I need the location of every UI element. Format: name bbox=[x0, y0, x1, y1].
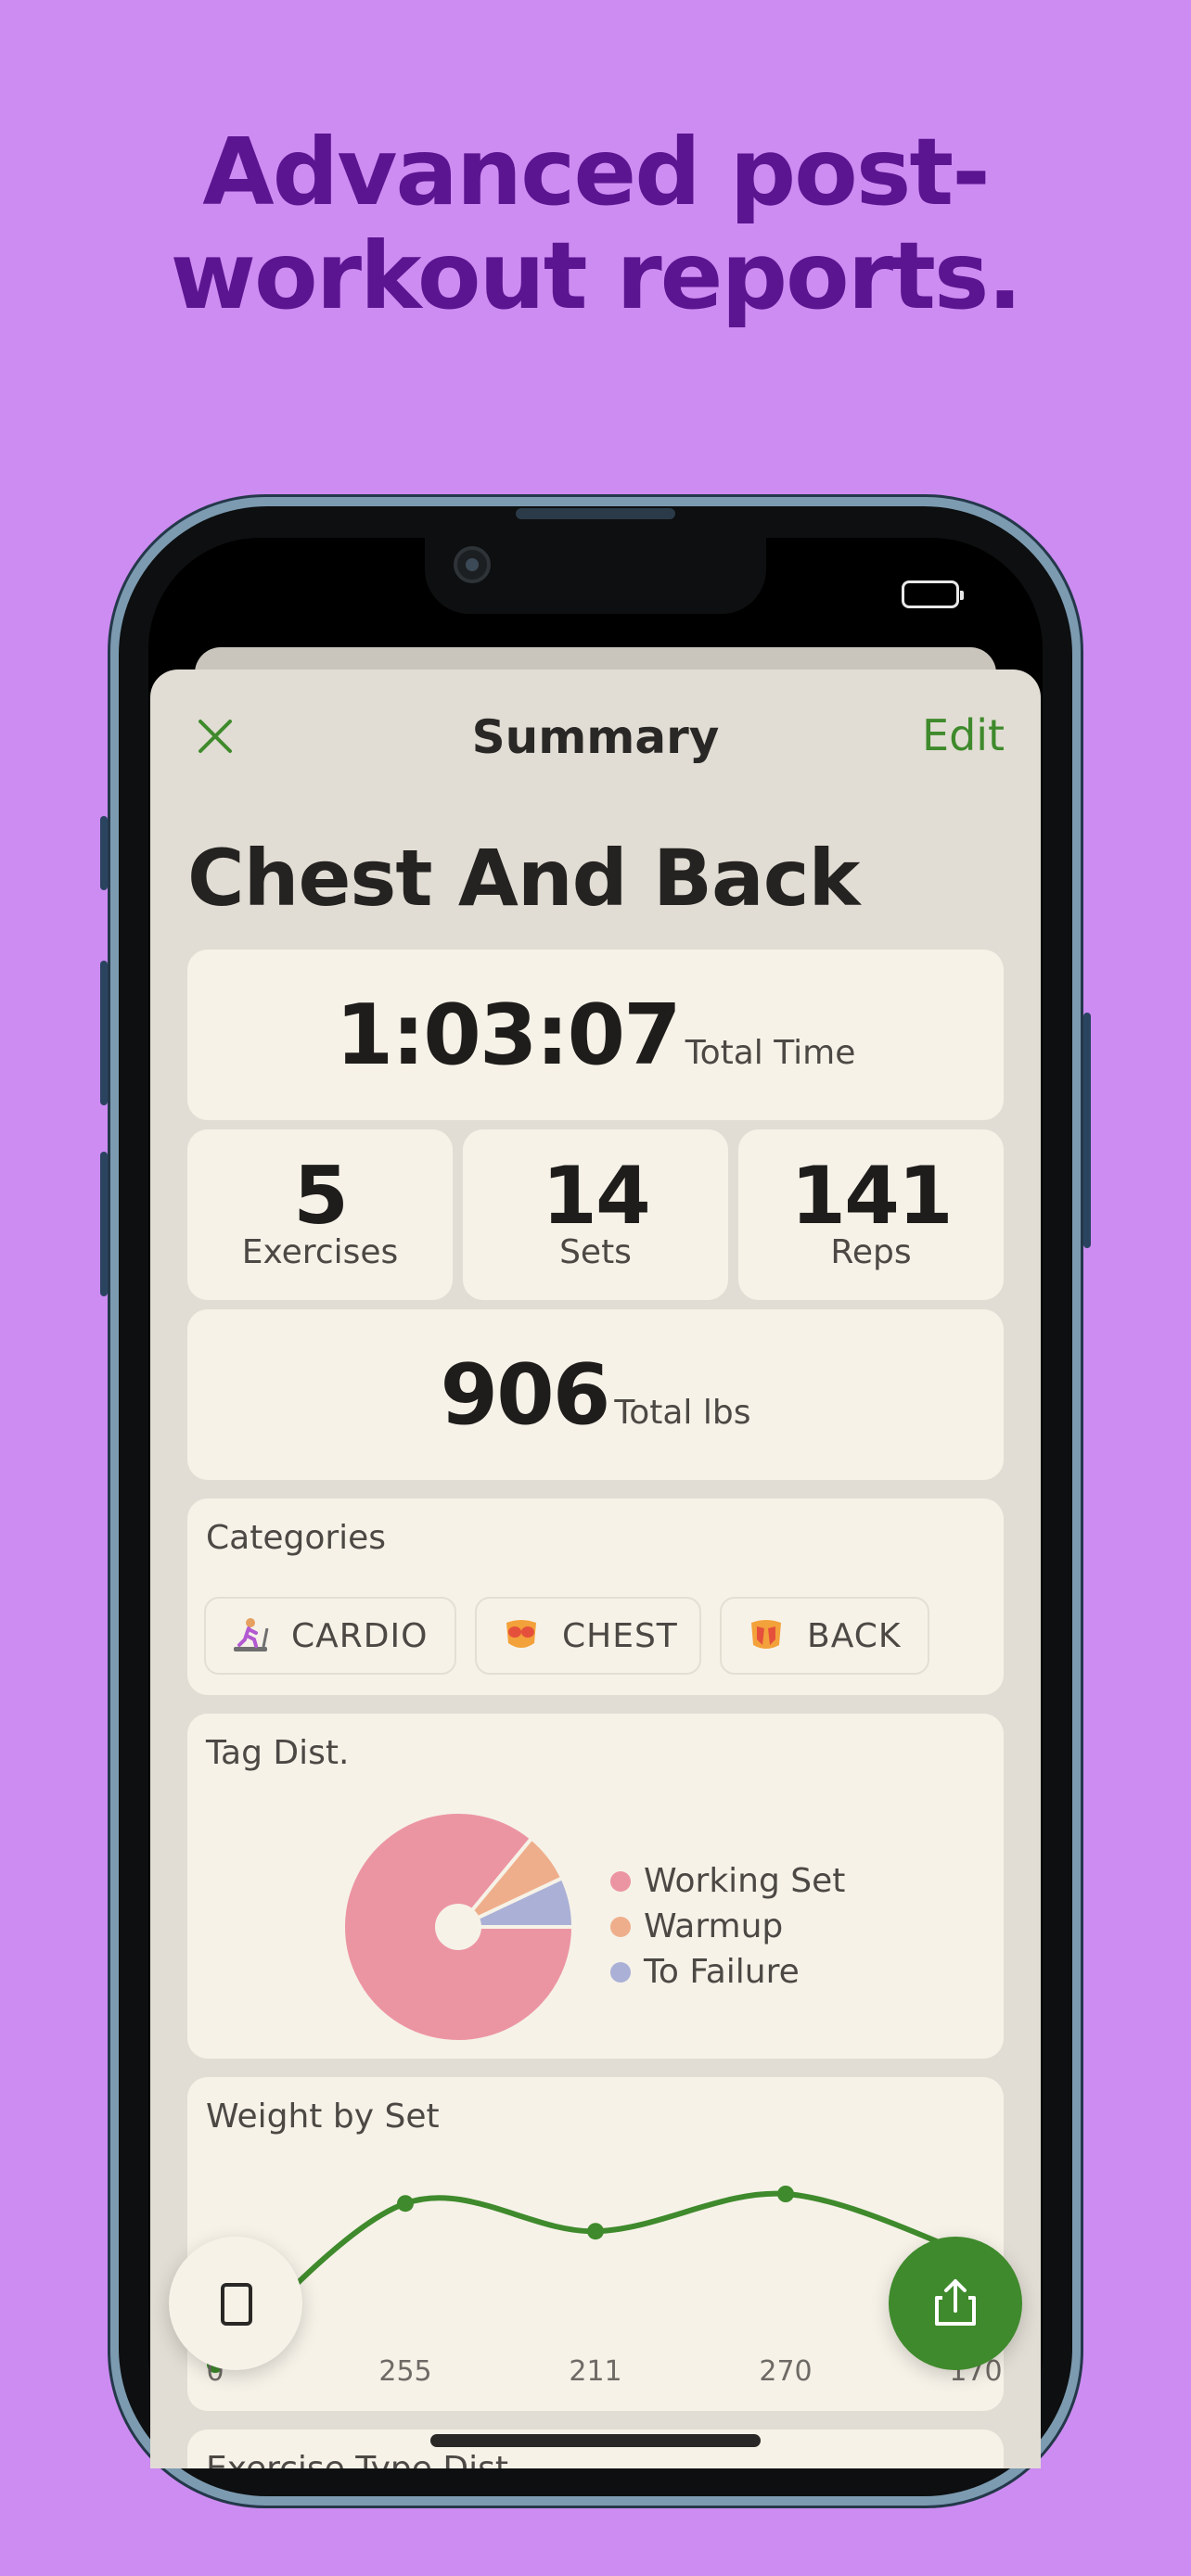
categories-title: Categories bbox=[206, 1519, 387, 1557]
legend-label: Warmup bbox=[644, 1907, 784, 1945]
stat-value: 5 bbox=[293, 1150, 349, 1243]
category-label: BACK bbox=[807, 1616, 902, 1655]
legend-item-warmup: Warmup bbox=[610, 1907, 783, 1945]
categories-card: Categories CARDIO CHEST BACK bbox=[187, 1498, 1004, 1695]
category-label: CHEST bbox=[562, 1616, 678, 1655]
stat-card-sets: 14 Sets bbox=[463, 1129, 728, 1300]
total-weight-label: Total lbs bbox=[614, 1394, 751, 1432]
pie-center-hole bbox=[435, 1904, 481, 1950]
stat-value: 14 bbox=[542, 1150, 651, 1243]
weight-series-line bbox=[212, 2190, 979, 2367]
x-tick-label: 211 bbox=[569, 2355, 622, 2388]
x-tick-label: 255 bbox=[378, 2355, 432, 2388]
weight-point-1 bbox=[397, 2195, 414, 2213]
legend-label: To Failure bbox=[644, 1953, 800, 1991]
speaker-grille bbox=[516, 508, 675, 519]
exercise-type-dist-title: Exercise Type Dist. bbox=[206, 2450, 519, 2468]
category-chip-back[interactable]: BACK bbox=[720, 1597, 929, 1675]
share-icon bbox=[935, 2279, 976, 2326]
total-time-label: Total Time bbox=[685, 1034, 856, 1072]
device-button[interactable] bbox=[169, 2237, 302, 2370]
phone-device-icon bbox=[221, 2283, 252, 2326]
home-indicator bbox=[430, 2434, 761, 2447]
legend-dot bbox=[610, 1870, 631, 1892]
weight-point-3 bbox=[777, 2186, 794, 2202]
stat-label: Exercises bbox=[241, 1233, 399, 1271]
nav-title: Summary bbox=[471, 710, 720, 764]
summary-sheet: Summary Edit Chest And Back 1:03:07 Total… bbox=[150, 670, 1041, 2468]
close-button[interactable] bbox=[193, 714, 237, 759]
legend-dot bbox=[610, 1961, 631, 1983]
front-camera bbox=[454, 546, 491, 583]
weight-by-set-card: Weight by Set 0 255 211 270 170 bbox=[187, 2077, 1004, 2411]
side-button-mute bbox=[100, 816, 108, 890]
stat-card-reps: 141 Reps bbox=[738, 1129, 1004, 1300]
headline: Advanced post- workout reports. bbox=[0, 121, 1191, 328]
headline-line-2: workout reports. bbox=[170, 222, 1023, 330]
total-time-value: 1:03:07 bbox=[335, 987, 682, 1084]
total-time-card: 1:03:07 Total Time bbox=[187, 950, 1004, 1120]
side-button-power bbox=[1083, 1013, 1091, 1248]
stat-card-exercises: 5 Exercises bbox=[187, 1129, 453, 1300]
close-icon bbox=[198, 720, 232, 753]
back-muscle-icon bbox=[751, 1620, 781, 1649]
workout-title: Chest And Back bbox=[187, 833, 860, 924]
category-chip-chest[interactable]: CHEST bbox=[475, 1597, 701, 1675]
legend-item-working-set: Working Set bbox=[610, 1862, 845, 1900]
headline-line-1: Advanced post- bbox=[202, 118, 990, 226]
side-button-volume-down bbox=[100, 1152, 108, 1296]
category-chip-cardio[interactable]: CARDIO bbox=[204, 1597, 456, 1675]
total-weight-value: 906 bbox=[440, 1346, 610, 1444]
legend-item-to-failure: To Failure bbox=[610, 1953, 800, 1991]
tag-dist-card: Tag Dist. Working Set Warmup To Failure bbox=[187, 1714, 1004, 2059]
legend-label: Working Set bbox=[644, 1862, 846, 1900]
stat-value: 141 bbox=[790, 1150, 954, 1243]
side-button-volume-up bbox=[100, 961, 108, 1105]
x-tick-label: 270 bbox=[759, 2355, 813, 2388]
chest-muscle-icon bbox=[506, 1620, 536, 1648]
share-button[interactable] bbox=[889, 2237, 1022, 2370]
battery-icon bbox=[902, 580, 964, 608]
treadmill-runner-icon bbox=[234, 1618, 269, 1651]
stat-label: Reps bbox=[830, 1233, 912, 1271]
stat-label: Sets bbox=[559, 1233, 632, 1271]
tag-dist-pie-chart bbox=[341, 1810, 576, 2044]
weight-point-2 bbox=[587, 2223, 604, 2240]
total-weight-card: 906 Total lbs bbox=[187, 1309, 1004, 1480]
legend-dot bbox=[610, 1916, 631, 1937]
edit-button[interactable]: Edit bbox=[922, 710, 1005, 760]
category-label: CARDIO bbox=[291, 1616, 429, 1655]
